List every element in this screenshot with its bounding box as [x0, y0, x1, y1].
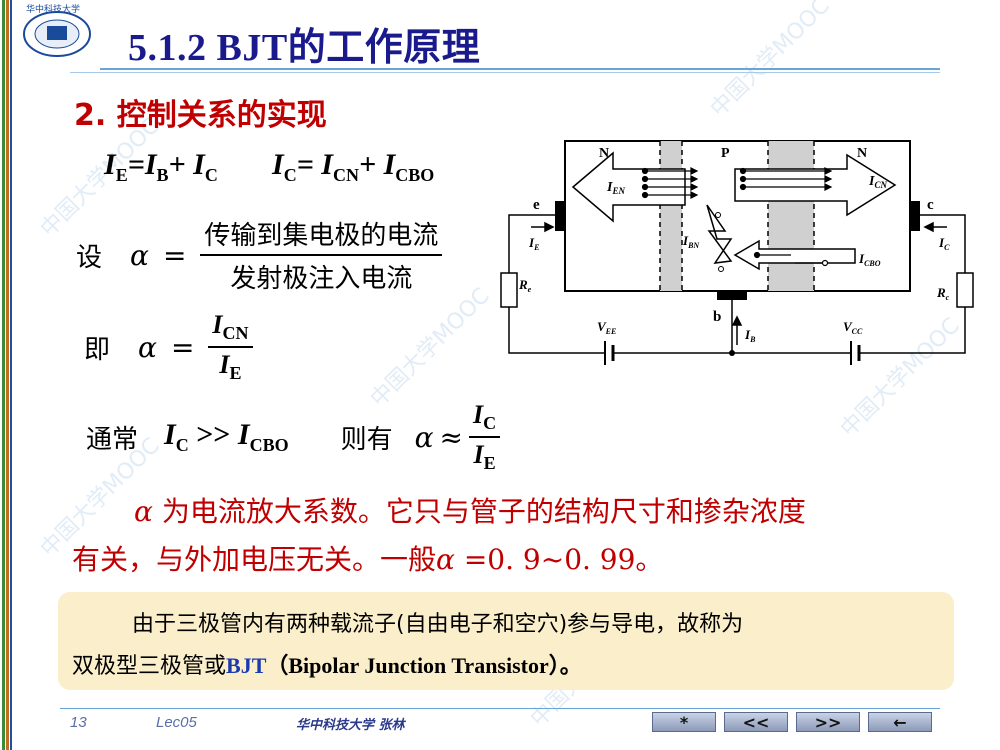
nav-next-button[interactable]: >>: [796, 712, 860, 732]
nav-prev-button[interactable]: <<: [724, 712, 788, 732]
nav-home-button[interactable]: *: [652, 712, 716, 732]
region-n-right: N: [857, 146, 867, 161]
re-label: Re: [518, 277, 532, 294]
header-rule: [100, 68, 940, 70]
rc-label: Rc: [936, 285, 950, 302]
left-bar-green: [2, 0, 5, 750]
condition-expr: IC >> ICBO: [164, 418, 289, 456]
vee-label: VEE: [597, 319, 616, 336]
terminal-c: c: [927, 197, 934, 213]
left-bar-orange: [6, 0, 9, 750]
vcc-label: VCC: [843, 319, 863, 336]
footer-rule: [60, 708, 940, 709]
terminal-b: b: [713, 309, 721, 325]
condition-row: 通常 IC >> ICBO 则有 α ≈ IC IE: [86, 400, 501, 474]
electron-flow-collector: [739, 167, 833, 191]
emitter-contact: [555, 201, 565, 231]
equation-ie: IE=IB+ IC: [104, 148, 218, 185]
ie-label: IE: [528, 235, 539, 252]
depletion-right: [768, 141, 814, 291]
alpha-symbol: α: [130, 238, 149, 272]
logo-text: 华中科技大学: [26, 5, 81, 15]
note-line-2: 双极型三极管或BJT（Bipolar Junction Transistor）。: [72, 653, 582, 679]
then-label: 则有: [340, 424, 393, 455]
section-heading: 2. 控制关系的实现: [74, 98, 327, 133]
alpha-fraction-words: 传输到集电极的电流 发射极注入电流: [200, 215, 443, 295]
note-box: 由于三极管内有两种载流子(自由电子和空穴)参与导电，故称为 双极型三极管或BJT…: [58, 592, 954, 690]
paragraph-line-1: α 为电流放大系数。它只与管子的结构尺寸和掺杂浓度: [134, 495, 806, 528]
depletion-left: [660, 141, 682, 291]
note-line-1: 由于三极管内有两种载流子(自由电子和空穴)参与导电，故称为: [132, 612, 744, 637]
usual-label: 通常: [86, 424, 139, 455]
alpha-definition: 设 α = 传输到集电极的电流 发射极注入电流: [76, 215, 443, 295]
watermark: 中国大学MOOC: [705, 0, 835, 123]
resistor-re: [500, 272, 518, 308]
resistor-rc: [956, 272, 974, 308]
watermark: 中国大学MOOC: [365, 283, 495, 413]
author-label: 华中科技大学 张林: [296, 718, 405, 733]
lecture-label: Lec05: [156, 714, 197, 731]
fraction-icn-ie: ICN IE: [208, 310, 253, 384]
nav-return-button[interactable]: ←: [868, 712, 932, 732]
page-number: 13: [70, 714, 87, 731]
left-bar-blue: [10, 0, 12, 750]
collector-contact: [910, 201, 920, 231]
paragraph-line-2: 有关，与外加电压无关。一般α =0. 9~0. 99。: [72, 543, 664, 576]
ib-label: IB: [744, 327, 756, 344]
bjt-diagram: N P N IEN ICN IBN ICBO e c b IE IC IB Re…: [500, 140, 974, 365]
header-rule-thin: [70, 72, 940, 73]
region-p: P: [721, 146, 730, 161]
alpha-ratio: 即 α = ICN IE: [84, 310, 253, 384]
page-title: 5.1.2 BJT的工作原理: [128, 27, 481, 69]
base-contact: [717, 291, 747, 300]
fraction-ic-ie: IC IE: [469, 400, 501, 474]
terminal-e: e: [533, 197, 540, 213]
set-label: 设: [76, 242, 103, 273]
ji-label: 即: [84, 334, 111, 365]
university-logo: [22, 10, 92, 58]
ic-label: IC: [938, 235, 950, 252]
equation-ic: IC= ICN+ ICBO: [272, 148, 435, 185]
